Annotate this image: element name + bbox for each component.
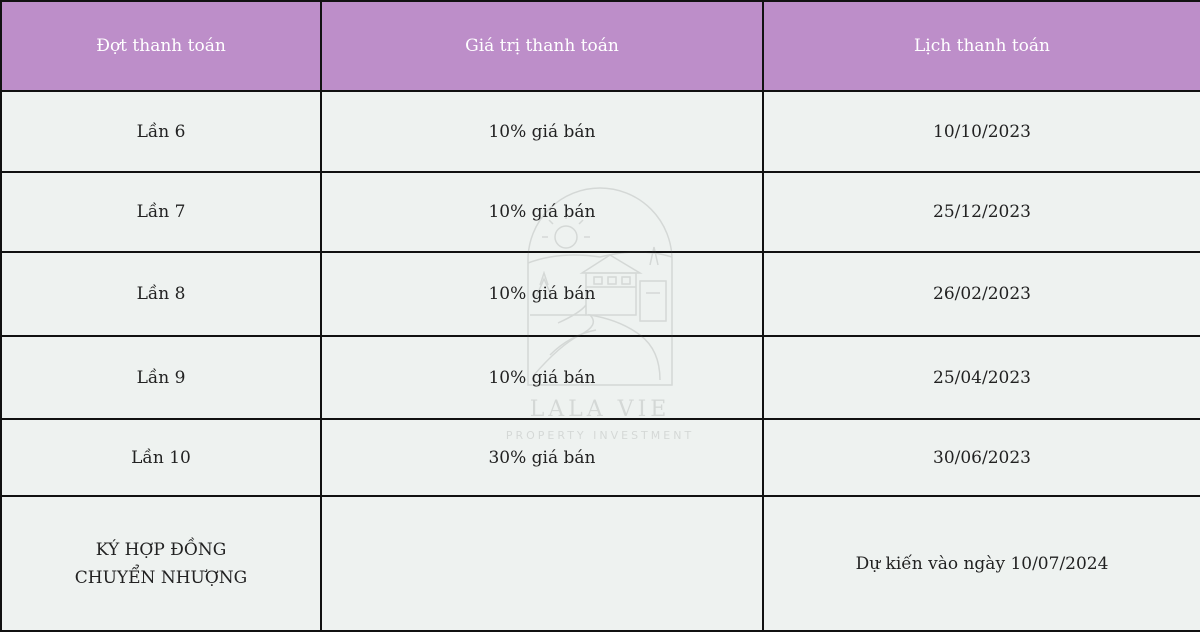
date-cell: 26/02/2023 [762, 251, 1200, 337]
table-row: Lần 8 10% giá bán 26/02/2023 [0, 251, 1200, 337]
contract-row: KÝ HỢP ĐỒNG CHUYỂN NHƯỢNG Dự kiến vào ng… [0, 495, 1200, 632]
installment-cell: Lần 10 [0, 418, 322, 497]
table-row: Lần 6 10% giá bán 10/10/2023 [0, 90, 1200, 173]
value-cell: 10% giá bán [320, 335, 764, 420]
date-cell: 25/04/2023 [762, 335, 1200, 420]
value-cell: 10% giá bán [320, 171, 764, 253]
table-row: Lần 7 10% giá bán 25/12/2023 [0, 171, 1200, 253]
contract-label-cell: KÝ HỢP ĐỒNG CHUYỂN NHƯỢNG [0, 495, 322, 632]
date-cell: 30/06/2023 [762, 418, 1200, 497]
contract-label-line2: CHUYỂN NHƯỢNG [74, 567, 248, 588]
contract-label-line1: KÝ HỢP ĐỒNG [95, 539, 227, 560]
contract-date-cell: Dự kiến vào ngày 10/07/2024 [762, 495, 1200, 632]
payment-schedule-table: Đợt thanh toán Giá trị thanh toán Lịch t… [0, 0, 1200, 632]
table-row: Lần 10 30% giá bán 30/06/2023 [0, 418, 1200, 497]
table-row: Lần 9 10% giá bán 25/04/2023 [0, 335, 1200, 420]
date-cell: 10/10/2023 [762, 90, 1200, 173]
header-installment: Đợt thanh toán [0, 0, 322, 92]
value-cell: 30% giá bán [320, 418, 764, 497]
contract-value-cell [320, 495, 764, 632]
date-cell: 25/12/2023 [762, 171, 1200, 253]
installment-cell: Lần 8 [0, 251, 322, 337]
table-header-row: Đợt thanh toán Giá trị thanh toán Lịch t… [0, 0, 1200, 92]
value-cell: 10% giá bán [320, 90, 764, 173]
installment-cell: Lần 6 [0, 90, 322, 173]
value-cell: 10% giá bán [320, 251, 764, 337]
installment-cell: Lần 7 [0, 171, 322, 253]
installment-cell: Lần 9 [0, 335, 322, 420]
header-payment-value: Giá trị thanh toán [320, 0, 764, 92]
header-payment-schedule: Lịch thanh toán [762, 0, 1200, 92]
